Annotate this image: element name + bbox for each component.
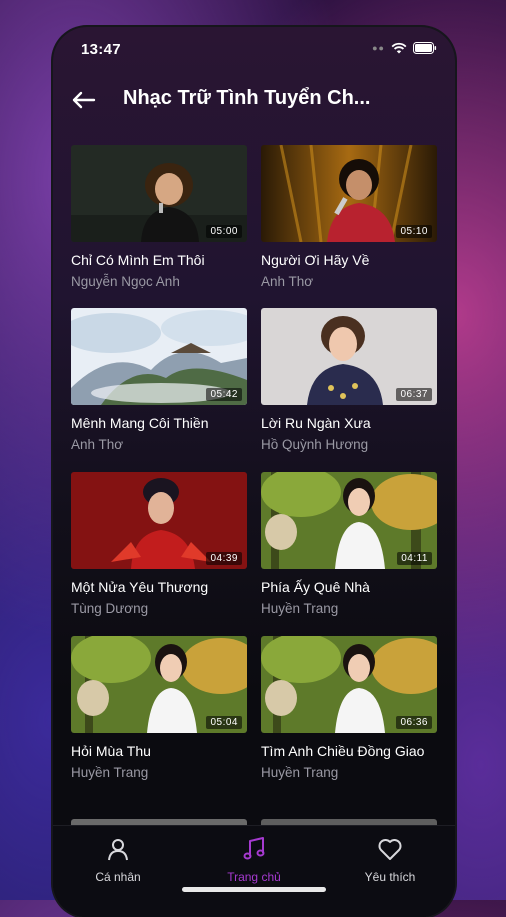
duration-badge: 05:04 [206, 716, 242, 729]
video-title: Mênh Mang Côi Thiền [71, 415, 209, 431]
video-thumbnail[interactable]: 05:42 [71, 308, 247, 405]
video-title: Hỏi Mùa Thu [71, 743, 151, 759]
phone-frame: 13:47 ●● Nhạc Trữ Tình Tuyển Ch... 05:00… [53, 27, 455, 917]
video-artist: Huyền Trang [261, 601, 339, 616]
heart-icon [378, 839, 402, 860]
arrow-left-icon [72, 91, 96, 109]
status-icons: ●● [372, 42, 437, 54]
video-card[interactable]: 05:10 Người Ơi Hãy Về Anh Thơ [261, 145, 437, 291]
video-thumbnail[interactable]: 06:37 [261, 308, 437, 405]
duration-badge: 06:37 [396, 388, 432, 401]
duration-badge: 05:42 [206, 388, 242, 401]
video-thumbnail[interactable]: 06:36 [261, 636, 437, 733]
signal-dots-icon: ●● [372, 43, 385, 53]
video-title: Người Ơi Hãy Về [261, 252, 370, 268]
back-button[interactable] [69, 85, 99, 115]
tab-label: Cá nhân [95, 870, 141, 884]
duration-badge: 05:10 [396, 225, 432, 238]
video-card[interactable]: 06:37 Lời Ru Ngàn Xưa Hồ Quỳnh Hương [261, 308, 437, 454]
video-artist: Huyền Trang [71, 765, 149, 780]
video-thumbnail[interactable]: 05:00 [71, 145, 247, 242]
video-title: Một Nửa Yêu Thương [71, 579, 209, 595]
video-card[interactable]: 05:04 Hỏi Mùa Thu Huyền Trang [71, 636, 247, 782]
person-icon [108, 839, 128, 861]
tab-label: Yêu thích [364, 870, 416, 884]
video-artist: Anh Thơ [71, 437, 124, 452]
video-artist: Tùng Dương [71, 601, 149, 616]
tab-profile[interactable]: Cá nhân [63, 836, 173, 884]
video-title: Chỉ Có Mình Em Thôi [71, 252, 205, 268]
tab-label: Trang chủ [227, 870, 281, 884]
duration-badge: 05:00 [206, 225, 242, 238]
duration-badge: 06:36 [396, 716, 432, 729]
page-title: Nhạc Trữ Tình Tuyển Ch... [123, 87, 371, 109]
bottom-tab-bar: Cá nhân Trang chủ Yêu thích [53, 825, 455, 917]
battery-icon [413, 42, 437, 54]
tab-favorites[interactable]: Yêu thích [335, 836, 445, 884]
wifi-icon [391, 42, 407, 54]
video-card[interactable]: 04:11 Phía Ấy Quê Nhà Huyền Trang [261, 472, 437, 618]
status-time: 13:47 [81, 41, 121, 58]
video-title: Tìm Anh Chiều Đồng Giao [261, 743, 425, 759]
video-thumbnail[interactable]: 04:39 [71, 472, 247, 569]
video-artist: Anh Thơ [261, 274, 314, 289]
video-card[interactable]: 05:00 Chỉ Có Mình Em Thôi Nguyễn Ngọc An… [71, 145, 247, 291]
music-note-icon [243, 837, 265, 860]
video-thumbnail[interactable]: 05:10 [261, 145, 437, 242]
video-card[interactable]: 06:36 Tìm Anh Chiều Đồng Giao Huyền Tran… [261, 636, 437, 782]
video-thumbnail[interactable]: 05:04 [71, 636, 247, 733]
video-card[interactable]: 05:42 Mênh Mang Côi Thiền Anh Thơ [71, 308, 247, 454]
tab-home[interactable]: Trang chủ [199, 836, 309, 884]
duration-badge: 04:11 [397, 552, 432, 565]
header: Nhạc Trữ Tình Tuyển Ch... [53, 79, 455, 123]
video-thumbnail[interactable]: 04:11 [261, 472, 437, 569]
video-artist: Huyền Trang [261, 765, 339, 780]
home-indicator [182, 887, 326, 892]
video-artist: Hồ Quỳnh Hương [261, 437, 369, 452]
video-artist: Nguyễn Ngọc Anh [71, 274, 180, 289]
duration-badge: 04:39 [206, 552, 242, 565]
video-title: Lời Ru Ngàn Xưa [261, 415, 371, 431]
status-bar: 13:47 ●● [53, 27, 455, 71]
video-card[interactable]: 04:39 Một Nửa Yêu Thương Tùng Dương [71, 472, 247, 618]
video-title: Phía Ấy Quê Nhà [261, 579, 370, 595]
